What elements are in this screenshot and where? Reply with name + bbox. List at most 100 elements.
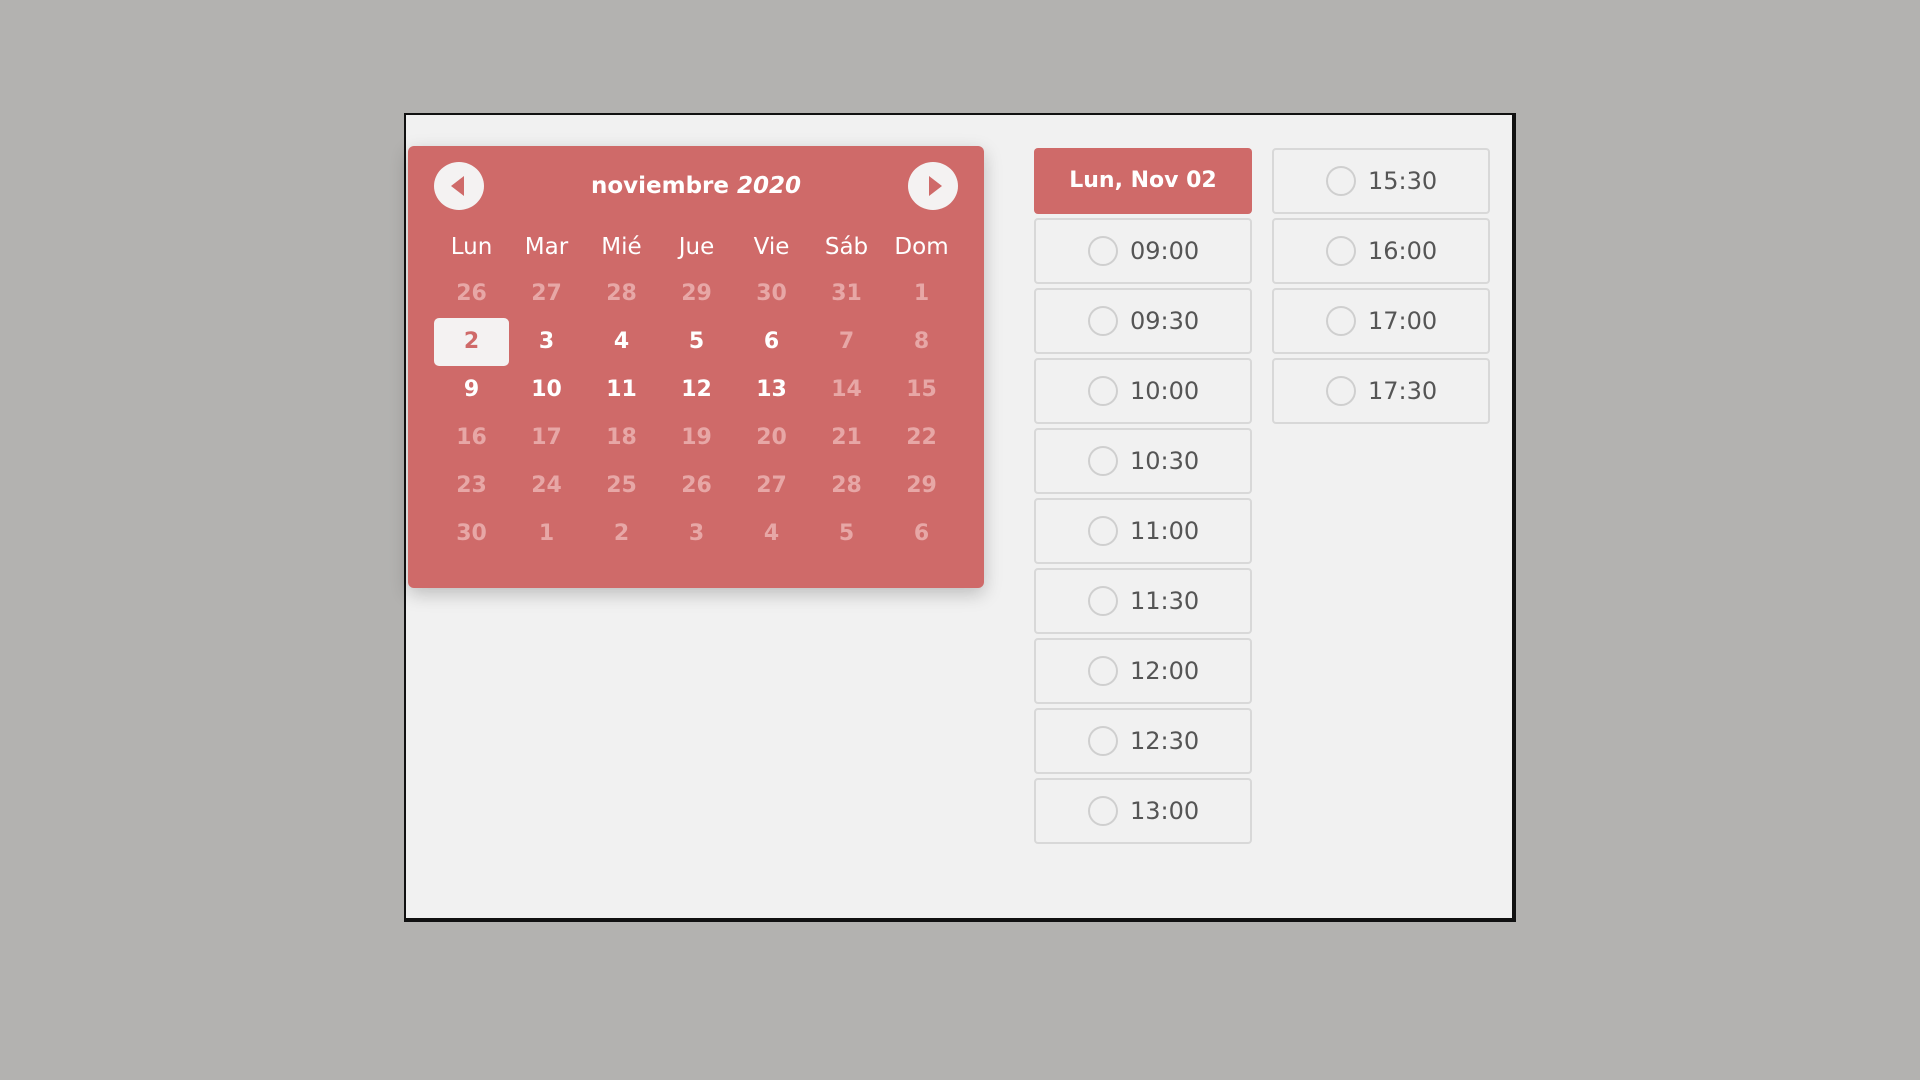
day-cell: 15 [906,377,937,402]
day-cell: 16 [456,425,487,450]
day-cell[interactable]: 9 [434,366,509,414]
time-slot-option[interactable]: 10:30 [1034,428,1252,494]
day-cell: 6 [913,521,930,546]
day-cell: 3 [688,521,705,546]
day-cell: 17 [531,425,562,450]
day-cell: 14 [831,377,862,402]
time-slot-option[interactable]: 09:30 [1034,288,1252,354]
time-slots-column-2: 15:30 16:00 17:00 17:30 [1272,148,1490,428]
radio-circle-icon[interactable] [1326,236,1356,266]
weekday-label: Mar [524,234,569,260]
chevron-right-icon [929,176,942,196]
time-slot-label: 17:00 [1368,307,1438,335]
time-slot-label: 10:00 [1130,377,1200,405]
day-cell: 21 [831,425,862,450]
time-slot-option[interactable]: 10:00 [1034,358,1252,424]
time-slot-option[interactable]: 09:00 [1034,218,1252,284]
day-cell: 1 [538,521,555,546]
month-name: noviembre [590,173,729,199]
time-slot-label: 17:30 [1368,377,1438,405]
day-cell[interactable]: 13 [734,366,809,414]
weekday-label: Sáb [824,234,869,260]
weekday-label: Lun [450,234,493,260]
weekday-label: Jue [678,234,715,260]
weekday-header: Lun Mar Mié Jue Vie Sáb Dom [434,234,959,260]
calendar: noviembre 2020 Lun Mar Mié Jue Vie Sáb Do… [408,146,984,588]
time-slot-option[interactable]: 11:00 [1034,498,1252,564]
radio-circle-icon[interactable] [1088,586,1118,616]
time-slot-option[interactable]: 12:30 [1034,708,1252,774]
year: 2020 [737,173,802,199]
day-cell[interactable]: 6 [734,318,809,366]
radio-circle-icon[interactable] [1088,726,1118,756]
selected-date-header: Lun, Nov 02 [1034,148,1252,214]
time-slot-label: 11:00 [1130,517,1200,545]
day-cell[interactable]: 11 [584,366,659,414]
day-cell: 24 [531,473,562,498]
time-slot-option[interactable]: 12:00 [1034,638,1252,704]
radio-circle-icon[interactable] [1326,166,1356,196]
day-cell: 7 [838,329,855,354]
time-slot-option[interactable]: 13:00 [1034,778,1252,844]
weekday-label: Dom [894,234,949,260]
day-cell: 4 [763,521,780,546]
time-slot-label: 12:30 [1130,727,1200,755]
day-cell: 28 [831,473,862,498]
day-cell: 8 [913,329,930,354]
time-slot-label: 13:00 [1130,797,1200,825]
time-slot-option[interactable]: 17:30 [1272,358,1490,424]
radio-circle-icon[interactable] [1326,376,1356,406]
booking-widget: noviembre 2020 Lun Mar Mié Jue Vie Sáb Do… [404,113,1516,922]
day-cell: 29 [681,281,712,306]
time-slot-label: 11:30 [1130,587,1200,615]
time-slot-label: 12:00 [1130,657,1200,685]
day-cell: 29 [906,473,937,498]
day-cell: 20 [756,425,787,450]
day-cell: 27 [756,473,787,498]
time-slot-option[interactable]: 11:30 [1034,568,1252,634]
weekday-label: Vie [753,234,790,260]
time-slot-label: 10:30 [1130,447,1200,475]
time-slot-label: 16:00 [1368,237,1438,265]
next-month-button[interactable] [908,162,958,210]
day-cell: 31 [831,281,862,306]
day-grid: 26 27 28 29 30 31 1 2 3 4 5 6 7 8 9 10 11 12 13 14 15 16 17 18 1… [434,270,959,558]
day-cell[interactable]: 12 [659,366,734,414]
radio-circle-icon[interactable] [1088,236,1118,266]
day-cell: 27 [531,281,562,306]
day-cell-selected[interactable]: 2 [434,318,509,366]
radio-circle-icon[interactable] [1088,376,1118,406]
day-cell[interactable]: 4 [584,318,659,366]
day-cell: 5 [838,521,855,546]
day-cell: 30 [756,281,787,306]
radio-circle-icon[interactable] [1326,306,1356,336]
radio-circle-icon[interactable] [1088,306,1118,336]
day-cell: 25 [606,473,637,498]
day-cell: 19 [681,425,712,450]
day-cell[interactable]: 10 [509,366,584,414]
day-cell: 1 [913,281,930,306]
day-cell: 2 [613,521,630,546]
month-title: noviembre 2020 [408,173,984,199]
day-cell: 30 [456,521,487,546]
weekday-label: Mié [601,234,642,260]
day-cell: 28 [606,281,637,306]
time-slots-column-1: Lun, Nov 02 09:00 09:30 10:00 10:30 11:00 11:… [1034,148,1252,848]
time-slot-label: 09:30 [1130,307,1200,335]
time-slot-option[interactable]: 17:00 [1272,288,1490,354]
day-cell[interactable]: 5 [659,318,734,366]
time-slot-option[interactable]: 15:30 [1272,148,1490,214]
radio-circle-icon[interactable] [1088,796,1118,826]
time-slot-label: 09:00 [1130,237,1200,265]
day-cell: 18 [606,425,637,450]
day-cell[interactable]: 3 [509,318,584,366]
radio-circle-icon[interactable] [1088,656,1118,686]
time-slot-option[interactable]: 16:00 [1272,218,1490,284]
day-cell: 22 [906,425,937,450]
day-cell: 23 [456,473,487,498]
day-cell: 26 [681,473,712,498]
radio-circle-icon[interactable] [1088,516,1118,546]
day-cell: 26 [456,281,487,306]
radio-circle-icon[interactable] [1088,446,1118,476]
time-slot-label: 15:30 [1368,167,1438,195]
